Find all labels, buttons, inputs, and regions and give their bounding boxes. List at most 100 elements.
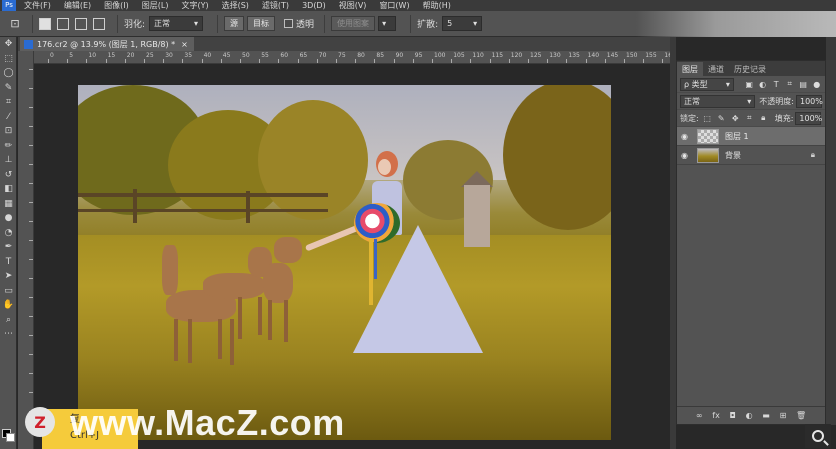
trash-icon[interactable]: 🗑︎ bbox=[796, 411, 806, 420]
more-tools-icon[interactable]: ⋯ bbox=[0, 327, 17, 342]
ruler-tick bbox=[585, 59, 587, 63]
menu-image[interactable]: 图像(I) bbox=[104, 0, 129, 11]
diffuse-dropdown[interactable]: 5 ▾ bbox=[442, 16, 483, 31]
blend-mode-value: 正常 bbox=[684, 96, 700, 106]
menu-file[interactable]: 文件(F) bbox=[24, 0, 51, 11]
new-selection-icon[interactable] bbox=[39, 17, 51, 30]
type-tool-icon[interactable]: T bbox=[0, 255, 17, 270]
eye-icon[interactable]: ◉ bbox=[681, 132, 693, 141]
tab-history[interactable]: 历史记录 bbox=[729, 62, 771, 76]
layer-thumbnail bbox=[697, 128, 719, 144]
style-dropdown[interactable]: 正常 ▾ bbox=[149, 16, 204, 31]
folder-icon[interactable]: ▬ bbox=[762, 411, 770, 420]
layer-row[interactable]: ◉ 图层 1 bbox=[677, 127, 825, 146]
mask-icon[interactable]: ◘ bbox=[730, 411, 736, 420]
lasso-tool-icon[interactable]: ◯ bbox=[0, 66, 17, 81]
subtract-selection-icon[interactable] bbox=[75, 17, 87, 30]
ruler-tick bbox=[86, 59, 88, 63]
menu-select[interactable]: 选择(S) bbox=[222, 0, 249, 11]
marquee-tool-icon[interactable]: ⬚ bbox=[0, 52, 17, 67]
menu-edit[interactable]: 编辑(E) bbox=[64, 0, 91, 11]
ruler-tick bbox=[451, 59, 453, 63]
ruler-number: 10 bbox=[88, 52, 97, 59]
ruler-tick bbox=[48, 59, 49, 63]
lock-label: 锁定: bbox=[680, 113, 699, 123]
opacity-input[interactable]: 100% bbox=[796, 94, 823, 108]
intersect-selection-icon[interactable] bbox=[93, 17, 105, 30]
eraser-tool-icon[interactable]: ◧ bbox=[0, 182, 17, 197]
panel-collapse-strip[interactable] bbox=[826, 37, 836, 60]
crop-tool-icon[interactable]: ⌗ bbox=[0, 95, 17, 110]
tab-layers[interactable]: 图层 bbox=[677, 62, 703, 76]
fill-input[interactable]: 100% bbox=[795, 111, 823, 125]
filter-toggle-icon[interactable]: ● bbox=[811, 79, 822, 90]
ruler-number: 100 bbox=[434, 52, 446, 59]
layer-kind-dropdown[interactable]: ρ 类型 ▾ bbox=[680, 77, 734, 91]
menu-view[interactable]: 视图(V) bbox=[339, 0, 367, 11]
ps-logo-icon[interactable]: Ps bbox=[2, 0, 16, 11]
adjustment-icon[interactable]: ◐ bbox=[746, 411, 753, 420]
image-deer-head bbox=[274, 237, 302, 263]
ruler-tick bbox=[643, 59, 645, 63]
search-icon[interactable] bbox=[805, 424, 831, 448]
history-brush-tool-icon[interactable]: ↺ bbox=[0, 168, 17, 183]
move-tool-icon[interactable]: ✥ bbox=[0, 37, 17, 52]
link-icon[interactable]: ∞ bbox=[696, 411, 703, 420]
lock-all-icon[interactable]: 🔒︎ bbox=[758, 113, 769, 124]
horizontal-ruler[interactable]: 0 5 10 15 20 25 30 35 40 45 50 55 60 65 70 75 80 85 90 95 10… bbox=[34, 51, 676, 64]
document-tab[interactable]: 176.cr2 @ 13.9% (图层 1, RGB/8) * × bbox=[20, 37, 194, 51]
brush-tool-icon[interactable]: ✏ bbox=[0, 139, 17, 154]
image-fence bbox=[133, 189, 137, 223]
blend-mode-dropdown[interactable]: 正常 ▾ bbox=[680, 94, 756, 108]
filter-adjustment-icon[interactable]: ◐ bbox=[757, 79, 768, 90]
menu-layer[interactable]: 图层(L) bbox=[142, 0, 169, 11]
fx-icon[interactable]: fx bbox=[712, 411, 720, 420]
menu-help[interactable]: 帮助(H) bbox=[423, 0, 451, 11]
feather-label: 羽化: bbox=[124, 20, 146, 30]
quick-select-tool-icon[interactable]: ✎ bbox=[0, 81, 17, 96]
lock-artboard-icon[interactable]: ⌗ bbox=[744, 113, 755, 124]
stamp-tool-icon[interactable]: ⊥ bbox=[0, 153, 17, 168]
blur-tool-icon[interactable]: ● bbox=[0, 211, 17, 226]
ruler-tick bbox=[29, 240, 33, 241]
menu-filter[interactable]: 滤镜(T) bbox=[262, 0, 289, 11]
source-button[interactable]: 源 bbox=[224, 16, 245, 31]
menu-type[interactable]: 文字(Y) bbox=[181, 0, 208, 11]
filter-smart-icon[interactable]: ▤ bbox=[798, 79, 809, 90]
layer-name: 背景 bbox=[725, 150, 741, 160]
pen-tool-icon[interactable]: ✒ bbox=[0, 240, 17, 255]
filter-shape-icon[interactable]: ⌗ bbox=[784, 79, 795, 90]
lock-transparent-icon[interactable]: ⬚ bbox=[702, 113, 713, 124]
new-layer-icon[interactable]: ⊞ bbox=[780, 411, 787, 420]
gradient-tool-icon[interactable]: ▦ bbox=[0, 197, 17, 212]
layer-row[interactable]: ◉ 背景 🔒︎ bbox=[677, 146, 825, 165]
watermark-logo-icon: Z bbox=[25, 407, 55, 437]
panel-scrollbar[interactable] bbox=[826, 60, 836, 425]
close-icon[interactable]: × bbox=[181, 40, 188, 49]
patch-tool-icon[interactable]: ⊡ bbox=[0, 124, 17, 139]
eyedropper-tool-icon[interactable]: ⁄ bbox=[0, 110, 17, 125]
target-button[interactable]: 目标 bbox=[247, 16, 276, 31]
add-selection-icon[interactable] bbox=[57, 17, 69, 30]
path-select-tool-icon[interactable]: ➤ bbox=[0, 269, 17, 284]
filter-pixel-icon[interactable]: ▣ bbox=[744, 79, 755, 90]
vertical-ruler[interactable] bbox=[18, 51, 34, 449]
shape-tool-icon[interactable]: ▭ bbox=[0, 284, 17, 299]
document-image[interactable] bbox=[78, 85, 611, 440]
tab-channels[interactable]: 通道 bbox=[703, 62, 729, 76]
use-pattern-button[interactable]: 使用图案 bbox=[331, 16, 376, 31]
filter-type-icon[interactable]: T bbox=[771, 79, 782, 90]
pattern-picker[interactable]: ▾ bbox=[378, 16, 397, 31]
hand-tool-icon[interactable]: ✋ bbox=[0, 298, 17, 313]
menu-window[interactable]: 窗口(W) bbox=[379, 0, 409, 11]
lock-pixels-icon[interactable]: ✎ bbox=[716, 113, 727, 124]
dodge-tool-icon[interactable]: ◔ bbox=[0, 226, 17, 241]
menu-3d[interactable]: 3D(D) bbox=[302, 1, 326, 10]
background-color-swatch[interactable] bbox=[6, 433, 15, 442]
patch-tool-icon[interactable]: ⊡ bbox=[4, 15, 26, 33]
lock-position-icon[interactable]: ✥ bbox=[730, 113, 741, 124]
eye-icon[interactable]: ◉ bbox=[681, 151, 693, 160]
fill-value: 100% bbox=[799, 113, 823, 123]
zoom-tool-icon[interactable]: ⌕ bbox=[0, 313, 17, 328]
transparent-checkbox[interactable] bbox=[284, 19, 294, 28]
